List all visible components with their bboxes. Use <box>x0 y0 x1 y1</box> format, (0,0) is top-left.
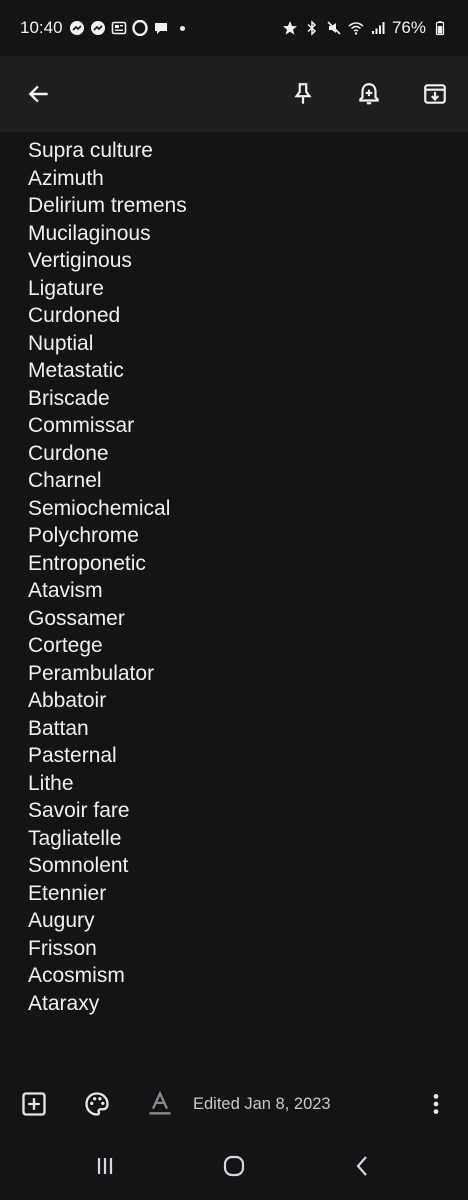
home-icon <box>223 1155 245 1177</box>
back-button[interactable] <box>22 77 56 111</box>
status-bar: 10:40 76% <box>0 0 468 56</box>
messenger-icon <box>69 20 85 36</box>
add-box-icon <box>22 1092 46 1116</box>
note-line: Ataraxy <box>28 991 100 1015</box>
recents-button[interactable] <box>81 1146 129 1186</box>
note-line: Gossamer <box>28 606 125 630</box>
note-line: Entroponetic <box>28 551 146 575</box>
note-line: Metastatic <box>28 359 124 382</box>
reminder-button[interactable] <box>352 77 386 111</box>
status-time: 10:40 <box>20 18 63 37</box>
note-line: Azimuth <box>28 166 104 190</box>
note-line: Somnolent <box>28 854 129 877</box>
text-format-icon <box>149 1090 171 1115</box>
wifi-icon <box>348 20 364 36</box>
note-line: Curdoned <box>28 304 121 327</box>
note-line: Etennier <box>28 881 107 905</box>
palette-icon <box>85 1092 109 1116</box>
archive-icon <box>424 84 446 104</box>
app-bar-actions <box>286 77 452 111</box>
note-line: Nuptial <box>28 331 94 355</box>
signal-icon <box>370 20 386 36</box>
note-line: Mucilaginous <box>28 221 151 245</box>
bottom-toolbar: Edited Jan 8, 2023 <box>0 1076 468 1132</box>
pin-button[interactable] <box>286 77 320 111</box>
archive-button[interactable] <box>418 77 452 111</box>
add-alert-icon <box>359 83 379 105</box>
note-line: Battan <box>28 716 89 740</box>
note-line: Atavism <box>28 579 103 602</box>
system-nav-bar <box>0 1132 468 1200</box>
battery-icon <box>432 20 448 36</box>
note-line: Supra culture <box>28 139 153 162</box>
note-line: Charnel <box>28 469 102 492</box>
bluetooth-icon <box>304 20 320 36</box>
note-app-bar <box>0 56 468 132</box>
note-line: Frisson <box>28 936 97 960</box>
palette-button[interactable] <box>81 1088 113 1120</box>
status-right: 76% <box>282 18 448 38</box>
status-left: 10:40 <box>20 18 185 38</box>
note-line: Acosmism <box>28 964 125 987</box>
messenger-icon <box>90 20 106 36</box>
chat-bubble-icon <box>153 20 169 36</box>
note-line: Polychrome <box>28 524 139 547</box>
note-line: Vertiginous <box>28 249 132 272</box>
nav-back-button[interactable] <box>339 1146 387 1186</box>
note-line: Pasternal <box>28 744 117 767</box>
note-body[interactable]: Supra culture Azimuth Delirium tremens Muci… <box>0 132 468 1082</box>
more-notifications-dot <box>179 25 185 31</box>
note-line: Delirium tremens <box>28 194 187 217</box>
note-line: Curdone <box>28 441 109 465</box>
chevron-left-icon <box>356 1156 368 1176</box>
edited-timestamp: Edited Jan 8, 2023 <box>193 1094 331 1113</box>
battery-percent: 76% <box>391 18 426 37</box>
note-line: Lithe <box>28 771 74 795</box>
text-format-button[interactable] <box>144 1088 176 1120</box>
mute-icon <box>326 20 342 36</box>
star-icon <box>282 20 298 36</box>
note-line: Commissar <box>28 414 135 437</box>
add-content-button[interactable] <box>18 1088 50 1120</box>
home-button[interactable] <box>210 1146 258 1186</box>
news-icon <box>111 20 127 36</box>
note-line: Savoir fare <box>28 799 130 822</box>
note-line: Semiochemical <box>28 496 171 520</box>
pin-icon <box>294 83 312 104</box>
note-line: Perambulator <box>28 661 155 685</box>
note-line: Briscade <box>28 386 110 410</box>
more-vert-icon <box>433 1094 439 1114</box>
note-line: Ligature <box>28 276 104 300</box>
note-line: Abbatoir <box>28 689 107 712</box>
note-line: Augury <box>28 909 95 932</box>
note-line: Cortege <box>28 634 103 657</box>
more-options-button[interactable] <box>422 1088 450 1120</box>
note-line: Tagliatelle <box>28 826 122 850</box>
opera-icon <box>131 20 148 36</box>
note-text[interactable]: Supra culture Azimuth Delirium tremens Muci… <box>28 137 448 1017</box>
notification-icons <box>69 20 185 36</box>
arrow-back-icon <box>28 85 48 103</box>
recents-icon <box>97 1158 112 1174</box>
